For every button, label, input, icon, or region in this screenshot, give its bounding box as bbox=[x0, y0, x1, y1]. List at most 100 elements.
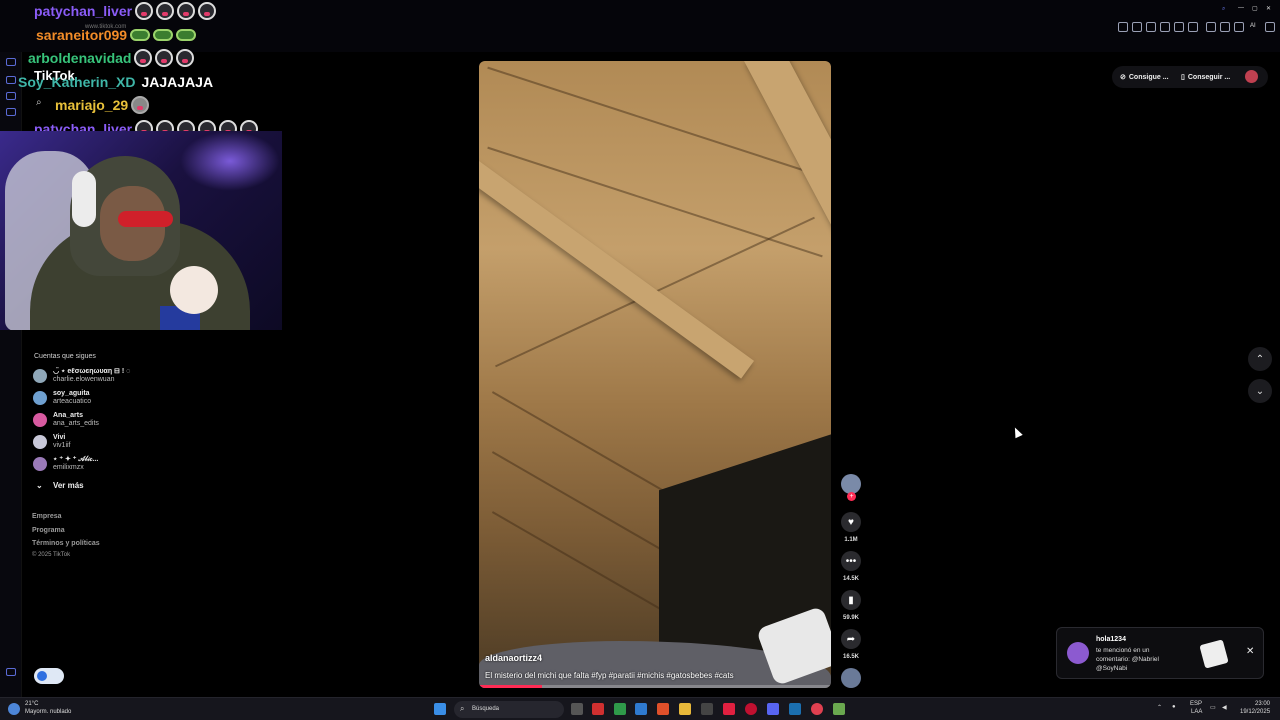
mic-icon[interactable]: ● bbox=[1172, 704, 1176, 710]
file-explorer-icon[interactable] bbox=[679, 703, 691, 715]
close-window-icon[interactable]: ✕ bbox=[1266, 5, 1271, 12]
volume-icon[interactable]: ◀ bbox=[1222, 704, 1227, 711]
play-icon[interactable] bbox=[1174, 22, 1184, 32]
video-progress-bar[interactable] bbox=[479, 685, 831, 688]
capcut-icon[interactable] bbox=[701, 703, 713, 715]
chat-emote-icon bbox=[176, 28, 197, 41]
sound-disc-icon[interactable] bbox=[841, 668, 861, 688]
share-icon[interactable] bbox=[1234, 22, 1244, 32]
following-account[interactable]: ◡̈ ⋆ eℓσωєηωυαη ⊟ ! ◌ charlie.elowenwuan bbox=[33, 366, 130, 386]
following-account[interactable]: Vivi viv1iif bbox=[33, 432, 71, 452]
following-account[interactable]: ⋆ ⁺ ✦ ⁺ 𝒜𝓁𝒾𝒸... emilixmzx bbox=[33, 454, 98, 474]
chat-emote-icon bbox=[135, 2, 154, 20]
shield-icon[interactable] bbox=[1146, 22, 1156, 32]
chat-message: arboldenavidad bbox=[28, 47, 195, 69]
heart-icon[interactable] bbox=[1188, 22, 1198, 32]
chat-emote-icon bbox=[156, 2, 175, 20]
following-account[interactable]: Ana_arts ana_arts_edits bbox=[33, 410, 99, 430]
bookmark-icon[interactable] bbox=[1118, 22, 1128, 32]
tray-chevron-icon[interactable]: ⌃ bbox=[1157, 704, 1162, 711]
chat-emote-icon bbox=[134, 49, 153, 67]
account-name: ◡̈ ⋆ eℓσωєηωυαη ⊟ ! ◌ bbox=[53, 368, 131, 375]
account-avatar bbox=[33, 391, 47, 405]
chat-message: patychan_liver bbox=[34, 0, 217, 22]
mention-notification[interactable]: hola1234 te mencionó en un comentario: @… bbox=[1056, 627, 1264, 679]
widget-icon bbox=[37, 671, 47, 681]
see-more-button[interactable]: ⌄ Ver más bbox=[36, 481, 84, 490]
floating-widget-toggle[interactable] bbox=[34, 668, 64, 684]
notification-avatar bbox=[1067, 642, 1089, 664]
rail-icon-settings[interactable] bbox=[6, 668, 16, 676]
like-button[interactable]: ♥ bbox=[841, 512, 861, 532]
stream-chat-overlay: patychan_liver saraneitor099 arboldenavida… bbox=[0, 0, 282, 138]
see-more-label: Ver más bbox=[52, 481, 84, 490]
menu-icon[interactable] bbox=[1265, 22, 1275, 32]
account-text: Ana_arts ana_arts_edits bbox=[53, 412, 99, 428]
taskbar-search[interactable]: ⌕ Búsqueda bbox=[454, 701, 564, 718]
heart-icon: ♥ bbox=[848, 516, 854, 528]
comment-count: 14.5K bbox=[842, 576, 859, 582]
browser-active-icon[interactable] bbox=[811, 703, 823, 715]
window-search-icon[interactable]: ⌕ bbox=[1222, 6, 1225, 13]
chat-message: saraneitor099 bbox=[36, 24, 197, 46]
network-icon[interactable]: ▭ bbox=[1210, 704, 1216, 711]
get-app-label: Conseguir ... bbox=[1187, 73, 1231, 81]
maximize-icon[interactable]: ▢ bbox=[1252, 5, 1258, 12]
account-handle: ana_arts_edits bbox=[53, 420, 99, 427]
tab-icon[interactable] bbox=[1132, 22, 1142, 32]
app-red-icon[interactable] bbox=[723, 703, 735, 715]
following-title: Cuentas que sigues bbox=[34, 353, 96, 360]
get-coins-button[interactable]: ⊘ Consigue ... bbox=[1120, 69, 1169, 85]
account-name: ⋆ ⁺ ✦ ⁺ 𝒜𝓁𝒾𝒸... bbox=[53, 456, 99, 463]
comment-button[interactable]: ••• bbox=[841, 551, 861, 571]
share-button[interactable]: ➦ bbox=[841, 629, 861, 649]
lang-top[interactable]: ESP bbox=[1190, 701, 1202, 707]
following-account[interactable]: soy_aguita arteacuatico bbox=[33, 388, 91, 408]
xbox-icon[interactable] bbox=[614, 703, 626, 715]
ai-button[interactable]: AI bbox=[1250, 23, 1256, 29]
footer-company[interactable]: Empresa bbox=[32, 513, 62, 520]
taskbar-search-label: Búsqueda bbox=[472, 706, 500, 712]
account-name: Ana_arts bbox=[53, 412, 83, 419]
account-name: Vivi bbox=[53, 434, 66, 441]
share-arrow-icon: ➦ bbox=[846, 633, 856, 645]
phone-icon: ▯ bbox=[1181, 74, 1185, 81]
profile-avatar[interactable] bbox=[1245, 70, 1258, 83]
discord-icon[interactable] bbox=[767, 703, 779, 715]
coin-icon: ⊘ bbox=[1120, 74, 1126, 81]
mouse-cursor-icon bbox=[1011, 425, 1023, 439]
video-author[interactable]: aldanaortizz4 bbox=[485, 653, 542, 663]
account-handle: emilixmzx bbox=[53, 464, 84, 471]
notification-close-icon[interactable]: ✕ bbox=[1246, 646, 1254, 657]
clock-time[interactable]: 23:00 bbox=[1255, 701, 1270, 707]
previous-video-button[interactable]: ⌃ bbox=[1248, 347, 1272, 371]
chat-emote-icon bbox=[131, 96, 150, 114]
account-avatar bbox=[33, 413, 47, 427]
minimize-icon[interactable]: — bbox=[1238, 5, 1244, 11]
start-icon[interactable] bbox=[434, 703, 446, 715]
chat-emote-icon bbox=[198, 2, 217, 20]
video-player[interactable]: aldanaortizz4 El misterio del michi que … bbox=[479, 61, 831, 688]
calendar-app-icon[interactable] bbox=[592, 703, 604, 715]
account-avatar bbox=[33, 435, 47, 449]
lang-bottom[interactable]: LAA bbox=[1191, 709, 1202, 715]
chat-emote-icon bbox=[130, 28, 151, 41]
brave-icon[interactable] bbox=[657, 703, 669, 715]
clock-date[interactable]: 19/12/2025 bbox=[1240, 709, 1270, 715]
next-video-button[interactable]: ⌄ bbox=[1248, 379, 1272, 403]
save-button[interactable]: ▮ bbox=[841, 590, 861, 610]
task-view-icon[interactable] bbox=[571, 703, 583, 715]
chat-icon[interactable] bbox=[1206, 22, 1216, 32]
follow-plus-icon[interactable]: + bbox=[847, 492, 856, 501]
vscode-icon[interactable] bbox=[635, 703, 647, 715]
download-icon[interactable] bbox=[1220, 22, 1230, 32]
footer-terms[interactable]: Términos y políticas bbox=[32, 540, 100, 547]
app-green-icon[interactable] bbox=[833, 703, 845, 715]
author-avatar[interactable] bbox=[841, 474, 861, 494]
chat-username: Soy_Katherin_XD bbox=[18, 73, 136, 90]
extension-icon[interactable] bbox=[1160, 22, 1170, 32]
get-app-button[interactable]: ▯ Conseguir ... bbox=[1181, 69, 1230, 85]
opera-icon[interactable] bbox=[745, 703, 757, 715]
footer-program[interactable]: Programa bbox=[32, 527, 65, 534]
steam-icon[interactable] bbox=[789, 703, 801, 715]
